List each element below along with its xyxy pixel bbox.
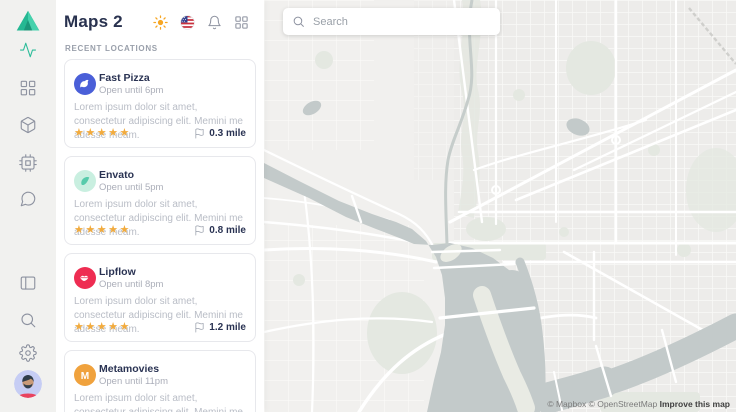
apps-grid-icon[interactable] <box>234 15 249 30</box>
leaf-avatar-icon <box>74 170 96 192</box>
search-icon <box>292 15 305 28</box>
location-card[interactable]: Lipflow Open until 8pm Lorem ipsum dolor… <box>64 253 256 342</box>
location-hours: Open until 5pm <box>99 182 163 193</box>
mapbox-credit[interactable]: © Mapbox <box>547 399 586 409</box>
locations-panel: Maps 2 <box>56 0 264 412</box>
section-heading: RECENT LOCATIONS <box>65 44 158 53</box>
bell-icon[interactable] <box>207 15 222 30</box>
osm-credit[interactable]: © OpenStreetMap <box>589 399 658 409</box>
location-hours: Open until 11pm <box>99 376 168 387</box>
icon-rail <box>0 0 56 412</box>
settings-icon[interactable] <box>19 344 37 362</box>
distance: 0.3 mile <box>194 128 246 139</box>
maps-app: Maps 2 <box>0 0 736 412</box>
search-icon[interactable] <box>19 311 37 329</box>
map-canvas[interactable]: © Mapbox © OpenStreetMap Improve this ma… <box>264 0 736 412</box>
grid-icon[interactable] <box>19 79 37 97</box>
location-hours: Open until 8pm <box>99 279 163 290</box>
us-flag-icon[interactable] <box>180 15 195 30</box>
location-name: Metamovies <box>99 363 159 375</box>
recent-locations-list: Fast Pizza Open until 6pm Lorem ipsum do… <box>64 59 256 412</box>
flag-icon <box>194 322 205 333</box>
flag-icon <box>194 128 205 139</box>
location-description: Lorem ipsum dolor sit amet, consectetur … <box>74 392 250 412</box>
rating-stars: ★★★★★ <box>74 322 131 333</box>
map-attribution: © Mapbox © OpenStreetMap Improve this ma… <box>547 399 730 409</box>
svg-text:M: M <box>81 371 89 382</box>
activity-icon[interactable] <box>19 41 37 59</box>
improve-map-link[interactable]: Improve this map <box>660 399 730 409</box>
bird-avatar-icon <box>74 73 96 95</box>
location-hours: Open until 6pm <box>99 85 163 96</box>
basemap-tiles <box>264 0 736 412</box>
flag-icon <box>194 225 205 236</box>
location-card[interactable]: M Metamovies Open until 11pm Lorem ipsum… <box>64 350 256 412</box>
chat-icon[interactable] <box>19 190 37 208</box>
location-name: Envato <box>99 169 134 181</box>
rating-stars: ★★★★★ <box>74 225 131 236</box>
map-search-bar[interactable] <box>283 8 500 35</box>
letter-avatar-icon: M <box>74 364 96 386</box>
user-avatar[interactable] <box>14 370 42 398</box>
search-input[interactable] <box>313 16 483 28</box>
location-card[interactable]: Fast Pizza Open until 6pm Lorem ipsum do… <box>64 59 256 148</box>
layout-icon[interactable] <box>19 274 37 292</box>
rating-stars: ★★★★★ <box>74 128 131 139</box>
distance: 1.2 mile <box>194 322 246 333</box>
app-logo-icon[interactable] <box>16 10 40 34</box>
box-icon[interactable] <box>19 116 37 134</box>
location-name: Lipflow <box>99 266 136 278</box>
distance: 0.8 mile <box>194 225 246 236</box>
lips-avatar-icon <box>74 267 96 289</box>
page-title: Maps 2 <box>64 12 123 32</box>
sun-icon[interactable] <box>153 15 168 30</box>
cpu-icon[interactable] <box>19 154 37 172</box>
location-name: Fast Pizza <box>99 72 150 84</box>
location-card[interactable]: Envato Open until 5pm Lorem ipsum dolor … <box>64 156 256 245</box>
